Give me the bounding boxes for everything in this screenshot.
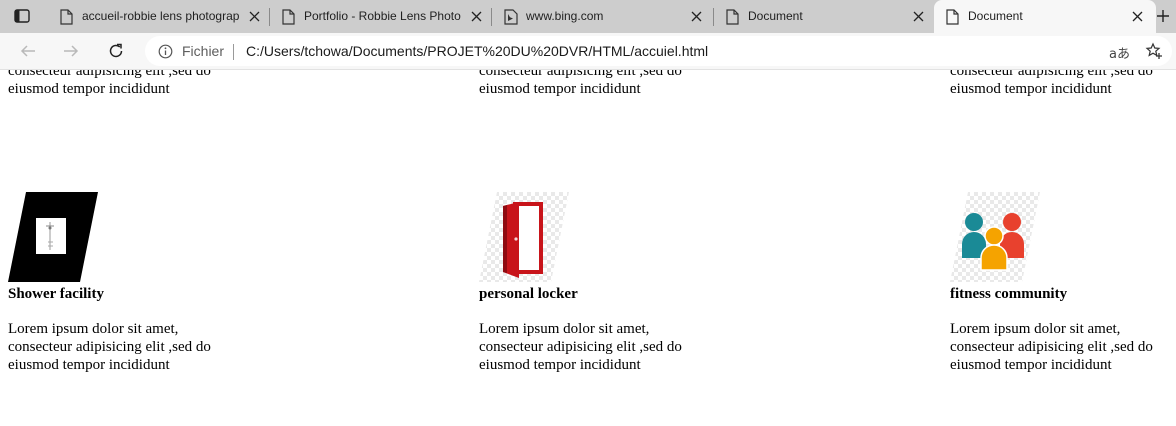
- tab-title: accueil-robbie lens photograp: [82, 9, 240, 23]
- bing-icon: [504, 9, 518, 25]
- tab-portfolio[interactable]: Portfolio - Robbie Lens Photo: [270, 0, 490, 33]
- tab-accueil[interactable]: accueil-robbie lens photograp: [48, 0, 268, 33]
- text-line: Lorem ipsum dolor sit amet,: [950, 321, 1121, 337]
- text-line: consecteur adipisicing elit ,sed do: [950, 339, 1153, 355]
- previous-row-text: consecteur adipisicing elit ,sed do eius…: [479, 70, 719, 98]
- tab-document-active[interactable]: Document: [934, 0, 1156, 33]
- text-line: Lorem ipsum dolor sit amet,: [479, 321, 650, 337]
- tab-document[interactable]: Document: [714, 0, 934, 33]
- document-icon: [726, 9, 739, 25]
- tab-strip: accueil-robbie lens photograp Portfolio …: [0, 0, 1176, 33]
- tab-title: www.bing.com: [526, 9, 604, 23]
- feature-description: Lorem ipsum dolor sit amet, consecteur a…: [8, 320, 248, 374]
- feature-title: personal locker: [479, 286, 578, 302]
- text-line: consecteur adipisicing elit ,sed do: [950, 70, 1153, 79]
- text-line: eiusmod tempor incididunt: [8, 81, 170, 97]
- tab-title: Document: [748, 9, 803, 23]
- shower-facility-icon: [8, 192, 98, 282]
- feature-title: fitness community: [950, 286, 1068, 302]
- community-people-icon: [950, 192, 1040, 282]
- back-icon[interactable]: [19, 42, 37, 60]
- tab-title: Portfolio - Robbie Lens Photo: [304, 9, 461, 23]
- close-tab-icon[interactable]: [470, 10, 483, 23]
- address-bar[interactable]: Fichier C:/Users/tchowa/Documents/PROJET…: [145, 36, 1172, 66]
- close-tab-icon[interactable]: [1131, 10, 1144, 23]
- new-tab-icon[interactable]: [1155, 8, 1171, 24]
- site-info-label[interactable]: Fichier: [182, 43, 224, 59]
- forward-icon[interactable]: [62, 42, 80, 60]
- browser-toolbar: Fichier C:/Users/tchowa/Documents/PROJET…: [0, 33, 1176, 70]
- text-line: consecteur adipisicing elit ,sed do: [479, 70, 682, 79]
- text-line: eiusmod tempor incididunt: [479, 81, 641, 97]
- text-line: consecteur adipisicing elit ,sed do: [8, 70, 211, 79]
- text-line: eiusmod tempor incididunt: [479, 357, 641, 373]
- text-line: Lorem ipsum dolor sit amet,: [8, 321, 179, 337]
- red-door-icon: [479, 192, 569, 282]
- document-icon: [946, 9, 959, 25]
- text-line: eiusmod tempor incididunt: [8, 357, 170, 373]
- tab-title: Document: [968, 9, 1023, 23]
- text-line: consecteur adipisicing elit ,sed do: [8, 339, 211, 355]
- page-content: consecteur adipisicing elit ,sed do eius…: [0, 70, 1176, 426]
- document-icon: [60, 9, 73, 25]
- add-favorite-icon[interactable]: [1145, 42, 1163, 60]
- close-tab-icon[interactable]: [248, 10, 261, 23]
- text-line: eiusmod tempor incididunt: [950, 357, 1112, 373]
- url-text[interactable]: C:/Users/tchowa/Documents/PROJET%20DU%20…: [246, 43, 708, 59]
- address-separator: [233, 44, 234, 60]
- previous-row-text: consecteur adipisicing elit ,sed do eius…: [8, 70, 248, 98]
- close-tab-icon[interactable]: [912, 10, 925, 23]
- info-icon[interactable]: [158, 44, 173, 59]
- tab-bing[interactable]: www.bing.com: [492, 0, 712, 33]
- close-tab-icon[interactable]: [690, 10, 703, 23]
- read-aloud-icon[interactable]: aあ: [1109, 43, 1130, 62]
- text-line: eiusmod tempor incididunt: [950, 81, 1112, 97]
- feature-description: Lorem ipsum dolor sit amet, consecteur a…: [950, 320, 1176, 374]
- tab-actions-icon[interactable]: [13, 7, 31, 25]
- feature-title: Shower facility: [8, 286, 104, 302]
- feature-description: Lorem ipsum dolor sit amet, consecteur a…: [479, 320, 719, 374]
- refresh-icon[interactable]: [107, 42, 125, 60]
- previous-row-text: consecteur adipisicing elit ,sed do eius…: [950, 70, 1176, 98]
- document-icon: [282, 9, 295, 25]
- text-line: consecteur adipisicing elit ,sed do: [479, 339, 682, 355]
